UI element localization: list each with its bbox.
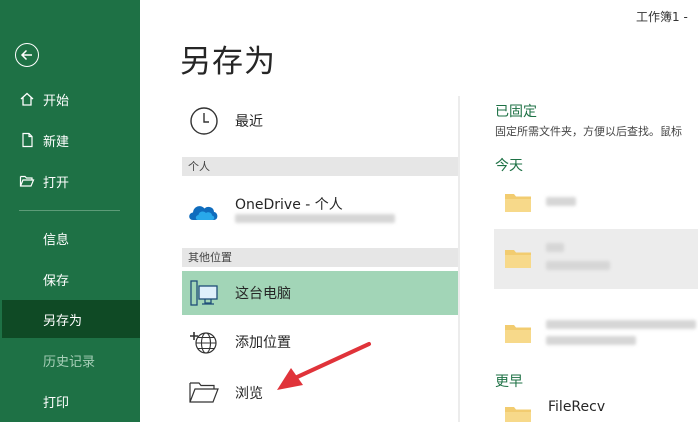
sidebar-divider: [19, 210, 120, 211]
annotation-arrow-icon: [277, 342, 371, 390]
group-other-header: 其他位置: [182, 248, 459, 267]
earlier-header: 更早: [495, 374, 523, 390]
nav-info[interactable]: 信息: [0, 219, 140, 257]
nav-new[interactable]: 新建: [0, 121, 140, 159]
nav-home[interactable]: 开始: [0, 80, 140, 118]
folder-path-redacted: [546, 336, 636, 345]
new-file-icon: [22, 132, 33, 148]
arrow-left-icon: [20, 49, 32, 61]
folder-row[interactable]: [494, 229, 698, 289]
backstage-sidebar: 开始 新建 打开 信息 保存 另存为 历史记录 打印: [0, 0, 140, 422]
onedrive-cloud-icon: [189, 206, 218, 220]
onedrive-account-redacted: [235, 214, 395, 223]
nav-save-as[interactable]: 另存为: [2, 300, 140, 338]
location-recent-label: 最近: [235, 114, 263, 130]
folder-icon: [505, 325, 531, 343]
clock-icon: [190, 107, 218, 135]
nav-print[interactable]: 打印: [0, 382, 140, 420]
folder-name-redacted: [546, 243, 564, 252]
globe-plus-icon: [190, 332, 217, 354]
location-recent[interactable]: 最近: [182, 99, 459, 143]
folder-icon: [505, 250, 531, 268]
nav-open[interactable]: 打开: [0, 162, 140, 200]
group-personal-header: 个人: [182, 157, 459, 176]
earlier-folder-name[interactable]: FileRecv: [548, 399, 605, 415]
page-title: 另存为: [180, 44, 276, 80]
folder-row[interactable]: [494, 179, 698, 223]
column-divider: [458, 96, 460, 422]
location-this-pc-label: 这台电脑: [235, 286, 291, 302]
folder-name-redacted: [546, 197, 576, 206]
location-onedrive[interactable]: OneDrive - 个人: [182, 188, 459, 232]
pinned-description: 固定所需文件夹，方便以后查找。鼠标: [495, 125, 682, 138]
location-onedrive-label: OneDrive - 个人: [235, 197, 343, 213]
folder-path-redacted: [546, 320, 696, 329]
nav-history[interactable]: 历史记录: [0, 341, 140, 379]
computer-icon: [190, 280, 218, 306]
folder-icon: [505, 407, 531, 422]
folder-path-redacted: [546, 261, 610, 270]
today-header: 今天: [495, 158, 523, 174]
nav-save[interactable]: 保存: [0, 260, 140, 298]
folder-open-icon: [189, 382, 219, 403]
open-folder-icon: [19, 175, 35, 187]
folder-icon: [505, 194, 531, 212]
folder-row[interactable]: [494, 310, 698, 354]
window-title: 工作簿1 -: [636, 10, 688, 24]
nav-open-label: 打开: [43, 175, 70, 191]
nav-print-label: 打印: [43, 395, 70, 411]
home-icon: [20, 92, 34, 106]
nav-save-label: 保存: [43, 273, 70, 289]
nav-history-label: 历史记录: [43, 354, 96, 370]
location-this-pc[interactable]: 这台电脑: [182, 271, 459, 315]
nav-home-label: 开始: [43, 93, 70, 109]
nav-new-label: 新建: [43, 134, 70, 150]
pinned-header: 已固定: [495, 104, 537, 120]
nav-info-label: 信息: [43, 232, 70, 248]
nav-save-as-label: 另存为: [43, 313, 83, 329]
back-button[interactable]: [15, 43, 39, 67]
